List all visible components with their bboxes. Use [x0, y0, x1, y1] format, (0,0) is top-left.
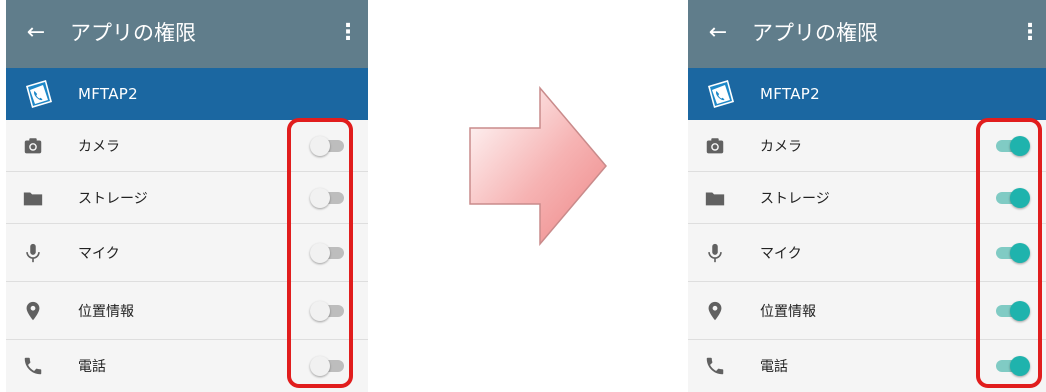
permission-row-location[interactable]: 位置情報: [6, 282, 368, 340]
app-name: MFTAP2: [78, 85, 138, 103]
permission-label: 電話: [78, 359, 106, 375]
phone-icon: [706, 357, 724, 375]
permission-label: マイク: [760, 245, 802, 262]
toggle-switch-storage[interactable]: [994, 187, 1030, 208]
permission-label: 位置情報: [78, 303, 134, 320]
camera-icon: [706, 137, 724, 153]
toggle-switch-microphone[interactable]: [310, 242, 346, 263]
toggle-switch-camera[interactable]: [310, 135, 346, 156]
page-title: アプリの権限: [752, 21, 878, 45]
toolbar: ← アプリの権限 ⋮: [688, 0, 1046, 68]
permission-label: カメラ: [78, 138, 120, 155]
app-header: MFTAP2: [688, 68, 1046, 120]
permission-row-storage[interactable]: ストレージ: [6, 172, 368, 224]
app-logo-icon: [26, 80, 52, 108]
camera-icon: [24, 137, 42, 153]
permission-row-location[interactable]: 位置情報: [688, 282, 1046, 340]
app-header: MFTAP2: [6, 68, 368, 120]
location-icon: [26, 301, 40, 320]
toggle-switch-location[interactable]: [310, 300, 346, 321]
permission-row-storage[interactable]: ストレージ: [688, 172, 1046, 224]
location-icon: [708, 301, 722, 320]
permission-row-phone[interactable]: 電話: [6, 340, 368, 392]
phone-icon: [24, 357, 42, 375]
toggle-switch-microphone[interactable]: [994, 242, 1030, 263]
toggle-switch-phone[interactable]: [310, 356, 346, 376]
arrow-left-icon[interactable]: ←: [704, 19, 732, 47]
permission-label: ストレージ: [760, 190, 830, 207]
microphone-icon: [708, 243, 722, 262]
arrow-left-icon[interactable]: ←: [22, 19, 50, 47]
toggle-switch-camera[interactable]: [994, 135, 1030, 156]
permission-row-camera[interactable]: カメラ: [6, 120, 368, 172]
more-vert-icon[interactable]: ⋮: [1016, 18, 1044, 48]
screen-before: ← アプリの権限 ⋮ MFTAP2 カメラ ストレージ マイク 位置情報 電話: [6, 0, 368, 392]
app-name: MFTAP2: [760, 85, 820, 103]
permission-row-microphone[interactable]: マイク: [688, 224, 1046, 282]
screen-after: ← アプリの権限 ⋮ MFTAP2 カメラ ストレージ マイク 位置情報 電話: [688, 0, 1046, 392]
microphone-icon: [26, 243, 40, 262]
more-vert-icon[interactable]: ⋮: [334, 18, 362, 48]
permission-label: 位置情報: [760, 303, 816, 320]
toolbar: ← アプリの権限 ⋮: [6, 0, 368, 68]
toggle-switch-location[interactable]: [994, 300, 1030, 321]
toggle-switch-storage[interactable]: [310, 187, 346, 208]
permission-label: 電話: [760, 359, 788, 375]
toggle-switch-phone[interactable]: [994, 356, 1030, 376]
permission-label: マイク: [78, 245, 120, 262]
permission-row-phone[interactable]: 電話: [688, 340, 1046, 392]
permission-row-microphone[interactable]: マイク: [6, 224, 368, 282]
page-title: アプリの権限: [70, 21, 196, 45]
permission-label: カメラ: [760, 138, 802, 155]
permission-list: カメラ ストレージ マイク 位置情報 電話: [6, 120, 368, 392]
folder-icon: [23, 192, 43, 205]
permission-list: カメラ ストレージ マイク 位置情報 電話: [688, 120, 1046, 392]
permission-label: ストレージ: [78, 190, 148, 207]
folder-icon: [705, 192, 725, 205]
arrow-right-icon: [469, 86, 607, 246]
app-logo-icon: [708, 80, 734, 108]
permission-row-camera[interactable]: カメラ: [688, 120, 1046, 172]
